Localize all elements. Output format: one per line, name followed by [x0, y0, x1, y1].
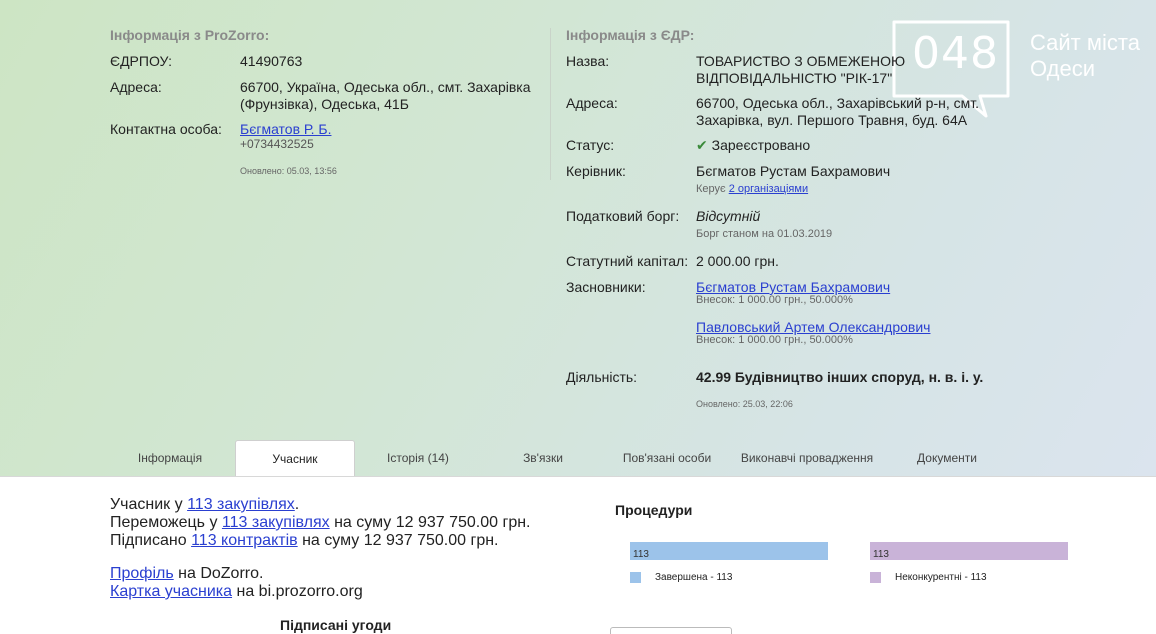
contracts-amount: на суму 12 937 750.00 грн.	[302, 532, 499, 549]
card-text: на bi.prozorro.org	[236, 583, 363, 600]
capital-value: 2 000.00 грн.	[696, 253, 779, 269]
capital-label: Статутний капітал:	[566, 253, 689, 269]
bar-noncompetitive-label: 113	[873, 549, 889, 560]
tenders-participated-link[interactable]: 113 закупівлях	[187, 496, 295, 513]
head-manages-prefix: Керує	[696, 183, 726, 195]
contact-person-link[interactable]: Бєгматов Р. Б.	[240, 121, 331, 138]
contracts-text: Підписано	[110, 532, 187, 549]
tab-enforcement-proceedings[interactable]: Виконавчі провадження	[730, 440, 884, 476]
legend-completed: Завершена - 113	[655, 572, 733, 583]
tab-information[interactable]: Інформація	[110, 440, 230, 476]
tax-debt-note: Борг станом на 01.03.2019	[696, 228, 833, 240]
activity-label: Діяльність:	[566, 369, 638, 385]
status-value: ✔ Зареєстровано	[696, 137, 810, 154]
tab-participant[interactable]: Учасник	[235, 440, 355, 477]
head-organizations-link[interactable]: 2 організаціями	[729, 183, 808, 195]
signed-contracts-title: Підписані угоди	[280, 617, 392, 633]
card-line: Картка учасника на bi.prozorro.org	[110, 583, 363, 601]
winner-amount: на суму 12 937 750.00 грн.	[334, 514, 531, 531]
tax-debt-label: Податковий борг:	[566, 208, 680, 224]
bar-noncompetitive	[870, 542, 1068, 560]
edrpou-label: ЄДРПОУ:	[110, 53, 173, 69]
founders-label: Засновники:	[566, 279, 646, 295]
check-icon: ✔	[696, 137, 708, 153]
edr-address-line2: Захарівка, вул. Першого Травня, буд. 64А	[696, 112, 968, 128]
status-label: Статус:	[566, 137, 615, 153]
logo-caption-line2: Одеси	[1030, 56, 1095, 81]
tax-debt-value: Відсутній	[696, 208, 761, 224]
bar-completed-label: 113	[633, 549, 649, 560]
activity-value: 42.99 Будівництво інших споруд, н. в. і.…	[696, 369, 984, 385]
head-label: Керівник:	[566, 163, 626, 179]
head-name: Бєгматов Рустам Бахрамович	[696, 163, 891, 179]
status-text: Зареєстровано	[711, 137, 811, 153]
profile-line: Профіль на DoZorro.	[110, 565, 263, 583]
founder-share: Внесок: 1 000.00 грн., 50.000%	[696, 334, 853, 346]
contact-phone: +0734432525	[240, 137, 314, 151]
legend-swatch-noncompetitive	[870, 572, 881, 583]
logo-caption: Сайт міста Одеси	[1030, 30, 1140, 82]
legend-swatch-completed	[630, 572, 641, 583]
logo-number: 048	[912, 28, 999, 79]
head-manages: Керує 2 організаціями	[696, 183, 808, 195]
tab-history[interactable]: Історія (14)	[358, 440, 478, 476]
edr-name-line2: ВІДПОВІДАЛЬНІСТЮ "РІК-17"	[696, 70, 893, 86]
contracts-line: Підписано 113 контрактів на суму 12 937 …	[110, 532, 499, 550]
participant-text: .	[294, 496, 300, 513]
edr-name-line1: ТОВАРИСТВО З ОБМЕЖЕНОЮ	[696, 53, 906, 69]
dozorro-profile-link[interactable]: Профіль	[110, 565, 174, 582]
edr-address-line1: 66700, Одеська обл., Захарівський р-н, с…	[696, 95, 979, 111]
column-divider	[550, 28, 551, 180]
edr-address-label: Адреса:	[566, 95, 618, 111]
prozorro-address-line1: 66700, Україна, Одеська обл., смт. Захар…	[240, 79, 531, 95]
participant-text: Учасник у	[110, 496, 183, 513]
logo-caption-line1: Сайт міста	[1030, 30, 1140, 55]
prozorro-address-label: Адреса:	[110, 79, 162, 95]
participant-card-link[interactable]: Картка учасника	[110, 583, 232, 600]
participant-line: Учасник у 113 закупівлях.	[110, 496, 299, 514]
prozorro-updated: Оновлено: 05.03, 13:56	[240, 166, 337, 176]
chart-title: Процедури	[615, 502, 693, 518]
tab-connections[interactable]: Зв'язки	[483, 440, 603, 476]
founder-share: Внесок: 1 000.00 грн., 50.000%	[696, 294, 853, 306]
prozorro-address-line2: (Фрунзівка), Одеська, 41Б	[240, 96, 409, 112]
winner-text: Переможець у	[110, 514, 218, 531]
prozorro-section-title: Інформація з ProZorro:	[110, 27, 270, 43]
tab-related-persons[interactable]: Пов'язані особи	[607, 440, 727, 476]
profile-text: на DoZorro.	[178, 565, 264, 582]
contracts-link[interactable]: 113 контрактів	[191, 532, 298, 549]
edrpou-value: 41490763	[240, 53, 303, 69]
contracts-filter-select[interactable]	[610, 627, 732, 634]
bar-completed	[630, 542, 828, 560]
tab-documents[interactable]: Документи	[887, 440, 1007, 476]
winner-line: Переможець у 113 закупівлях на суму 12 9…	[110, 514, 531, 532]
tabs-baseline	[0, 476, 1156, 477]
legend-noncompetitive: Неконкурентні - 113	[895, 572, 987, 583]
edr-updated: Оновлено: 25.03, 22:06	[696, 399, 793, 409]
tenders-won-link[interactable]: 113 закупівлях	[222, 514, 330, 531]
edr-section-title: Інформація з ЄДР:	[566, 27, 695, 43]
edr-name-label: Назва:	[566, 53, 610, 69]
contact-label: Контактна особа:	[110, 121, 222, 137]
